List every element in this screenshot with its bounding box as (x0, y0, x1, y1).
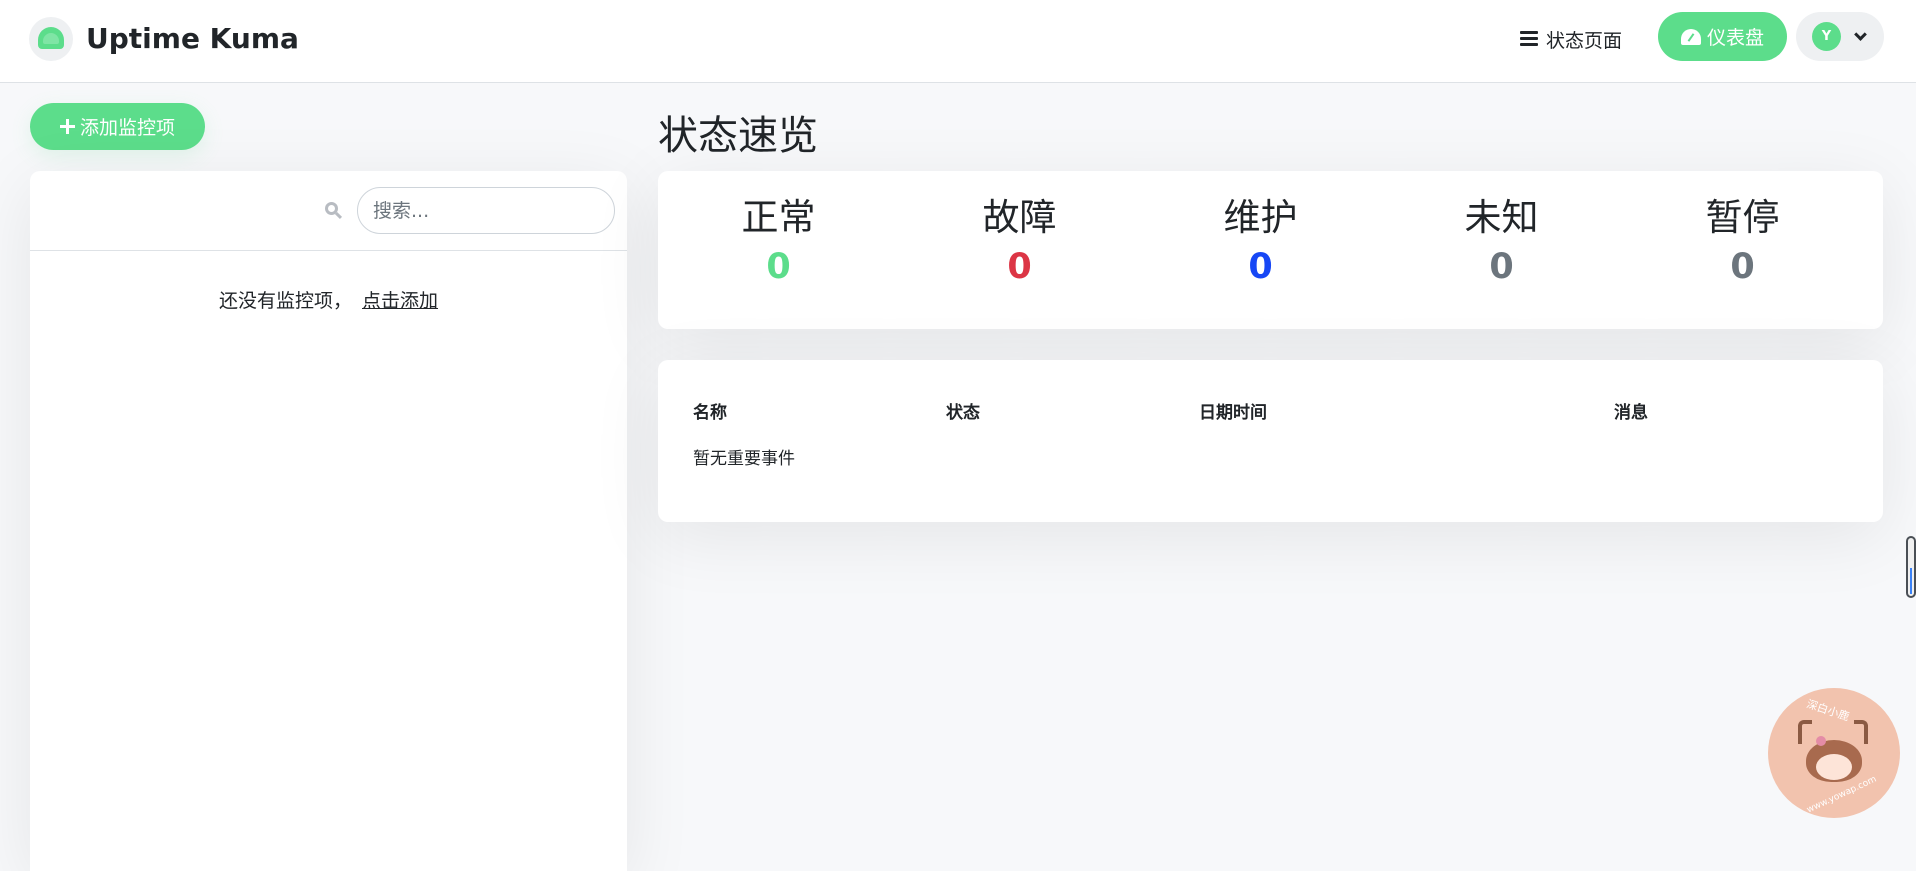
empty-events-message: 暂无重要事件 (693, 449, 795, 469)
page-title: 状态速览 (658, 113, 818, 159)
add-monitor-button[interactable]: 添加监控项 (30, 103, 205, 150)
search-bar (30, 171, 627, 251)
stat-down: 故障 0 (899, 196, 1140, 288)
watermark-logo: 深白小鹿 www.yowap.com (1768, 688, 1900, 818)
column-header-name: 名称 (693, 403, 727, 423)
status-overview-card: 正常 0 故障 0 维护 0 未知 0 暂停 0 (658, 171, 1883, 329)
deer-icon (1806, 740, 1862, 782)
stat-label-unknown: 未知 (1464, 196, 1539, 239)
dashboard-button[interactable]: 仪表盘 (1658, 12, 1787, 61)
empty-monitor-text: 还没有监控项， (218, 290, 352, 312)
gauge-icon (1680, 28, 1701, 45)
top-navbar: Uptime Kuma 状态页面 仪表盘 Y (0, 0, 1916, 83)
stat-up: 正常 0 (658, 196, 899, 288)
stat-value-up: 0 (766, 247, 791, 288)
dashboard-label: 仪表盘 (1706, 27, 1764, 49)
stat-label-up: 正常 (741, 196, 816, 239)
status-page-label: 状态页面 (1546, 29, 1623, 52)
add-monitor-link[interactable]: 点击添加 (362, 290, 438, 312)
profile-dropdown[interactable]: Y (1796, 12, 1884, 61)
stat-maintenance: 维护 0 (1140, 196, 1381, 288)
add-monitor-label: 添加监控项 (79, 117, 175, 139)
avatar: Y (1812, 22, 1841, 51)
column-header-status: 状态 (946, 403, 980, 423)
stat-value-paused: 0 (1730, 247, 1755, 288)
stat-label-maintenance: 维护 (1223, 196, 1298, 239)
stat-paused: 暂停 0 (1622, 196, 1863, 288)
plus-icon (59, 119, 75, 134)
scrollbar-thumb[interactable] (1910, 568, 1912, 594)
status-page-link[interactable]: 状态页面 (1520, 24, 1622, 54)
search-icon (325, 202, 343, 220)
stat-value-down: 0 (1007, 247, 1032, 288)
stat-unknown: 未知 0 (1381, 196, 1622, 288)
search-input[interactable] (357, 187, 615, 234)
monitor-list-panel: 还没有监控项， 点击添加 (30, 171, 627, 871)
stat-value-maintenance: 0 (1248, 247, 1273, 288)
stat-value-unknown: 0 (1489, 247, 1514, 288)
scrollbar[interactable] (1906, 536, 1916, 598)
stat-label-down: 故障 (982, 196, 1057, 239)
column-header-datetime: 日期时间 (1199, 403, 1267, 423)
list-icon (1520, 31, 1538, 47)
empty-monitor-message: 还没有监控项， 点击添加 (30, 286, 627, 313)
chevron-down-icon (1854, 28, 1867, 41)
app-title[interactable]: Uptime Kuma (86, 22, 299, 55)
stat-label-paused: 暂停 (1705, 196, 1780, 239)
uptime-kuma-logo-icon[interactable] (29, 17, 73, 61)
important-events-card: 名称 状态 日期时间 消息 暂无重要事件 (658, 360, 1883, 522)
column-header-message: 消息 (1614, 403, 1648, 423)
